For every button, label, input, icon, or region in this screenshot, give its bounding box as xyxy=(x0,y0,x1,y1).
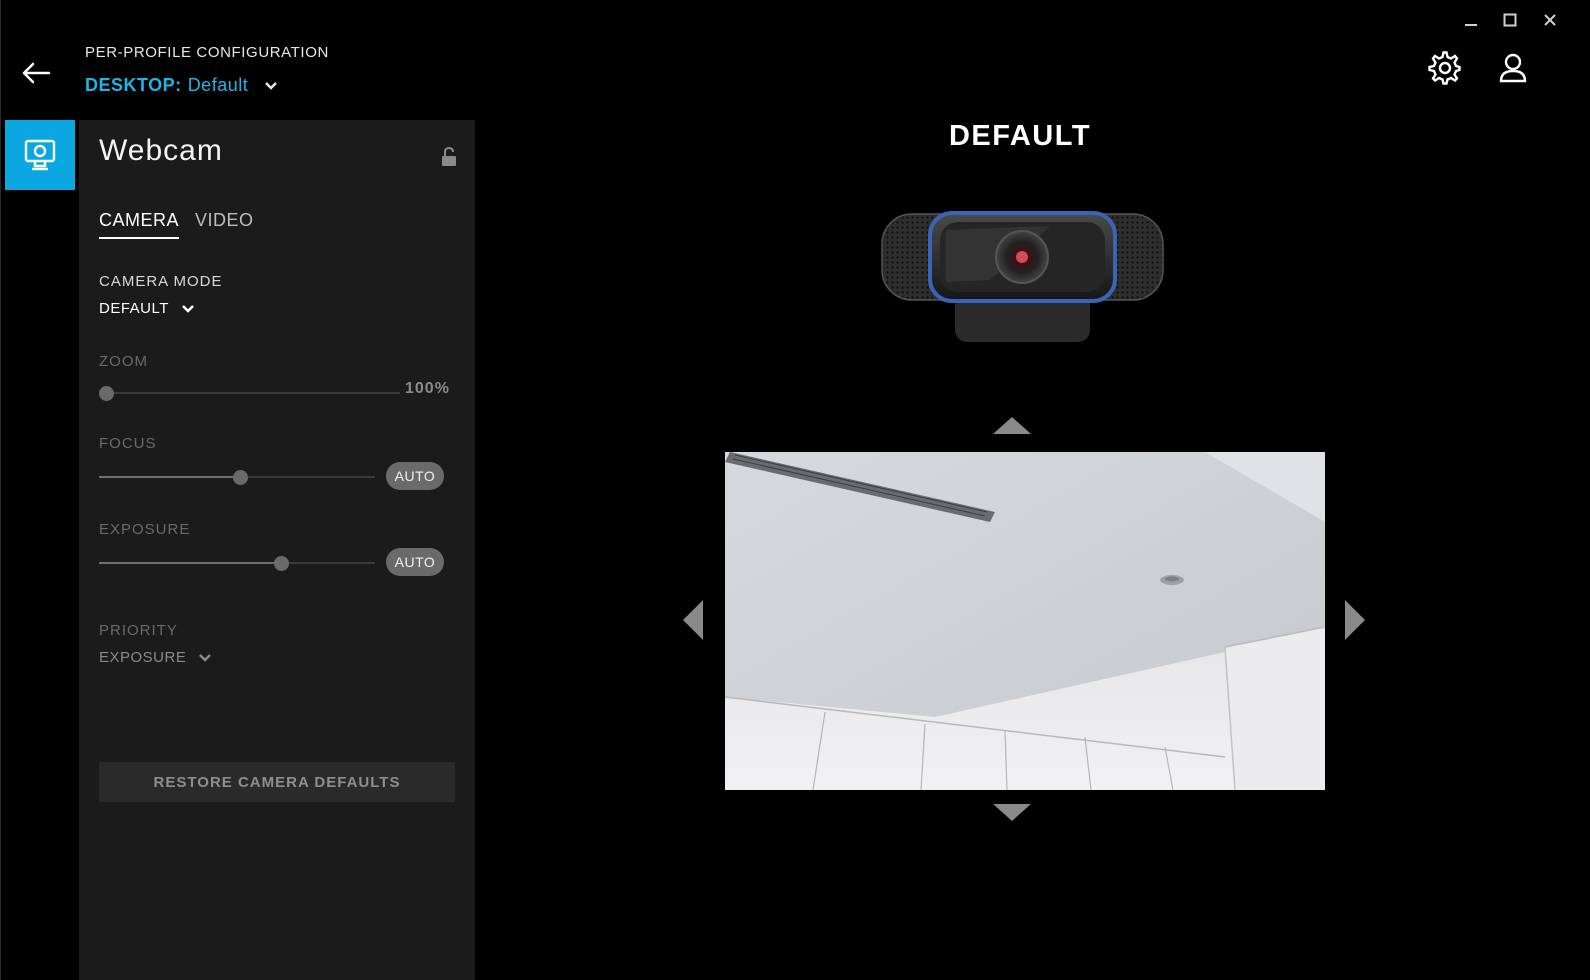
priority-label: PRIORITY xyxy=(99,622,178,639)
focus-slider-fill xyxy=(99,476,240,478)
close-button[interactable] xyxy=(1537,8,1563,32)
priority-value: EXPOSURE xyxy=(99,649,187,666)
chevron-down-icon xyxy=(199,653,212,662)
chevron-down-icon xyxy=(265,81,278,90)
pan-down-button[interactable] xyxy=(990,800,1034,826)
unlock-icon xyxy=(442,146,456,166)
focus-label: FOCUS xyxy=(99,435,157,452)
camera-mode-dropdown[interactable]: DEFAULT xyxy=(99,300,195,317)
rail-item-webcam[interactable] xyxy=(5,120,75,190)
close-icon xyxy=(1544,14,1556,26)
arrow-left-icon xyxy=(22,62,51,84)
panel-title: Webcam xyxy=(99,134,223,167)
camera-preview xyxy=(725,452,1325,790)
restore-defaults-button[interactable]: RESTORE CAMERA DEFAULTS xyxy=(99,762,455,802)
mode-title: DEFAULT xyxy=(948,120,1092,152)
pan-up-button[interactable] xyxy=(990,412,1034,438)
focus-slider[interactable] xyxy=(99,470,375,485)
pan-right-button[interactable] xyxy=(1340,595,1370,645)
zoom-label: ZOOM xyxy=(99,353,148,370)
profile-prefix: DESKTOP: xyxy=(85,75,182,95)
triangle-right-icon xyxy=(1345,600,1365,640)
focus-auto-toggle[interactable]: AUTO xyxy=(386,462,444,490)
settings-button[interactable] xyxy=(1427,50,1463,86)
exposure-slider-thumb[interactable] xyxy=(274,556,289,571)
priority-dropdown[interactable]: EXPOSURE xyxy=(99,649,212,666)
zoom-value: 100% xyxy=(405,380,450,397)
profile-selector[interactable]: DESKTOP: Default xyxy=(85,75,278,96)
zoom-slider[interactable] xyxy=(99,386,400,401)
maximize-icon xyxy=(1503,13,1517,27)
triangle-left-icon xyxy=(683,600,703,640)
minimize-button[interactable] xyxy=(1458,8,1484,32)
gear-icon xyxy=(1428,51,1461,85)
camera-mode-label: CAMERA MODE xyxy=(99,273,223,290)
account-button[interactable] xyxy=(1495,50,1531,86)
zoom-slider-thumb[interactable] xyxy=(99,386,114,401)
exposure-label: EXPOSURE xyxy=(99,521,191,538)
exposure-slider-fill xyxy=(99,562,281,564)
chevron-down-icon xyxy=(182,304,194,313)
maximize-button[interactable] xyxy=(1497,8,1523,32)
webcam-device-image xyxy=(880,210,1165,345)
pan-left-button[interactable] xyxy=(678,595,708,645)
exposure-slider[interactable] xyxy=(99,556,375,571)
focus-slider-thumb[interactable] xyxy=(233,470,248,485)
page-caption: PER-PROFILE CONFIGURATION xyxy=(85,44,329,61)
lock-toggle[interactable] xyxy=(440,146,458,168)
triangle-down-icon xyxy=(993,804,1031,821)
profile-name: Default xyxy=(187,75,249,95)
triangle-up-icon xyxy=(993,417,1031,434)
tab-camera[interactable]: CAMERA xyxy=(99,210,180,239)
exposure-auto-toggle[interactable]: AUTO xyxy=(386,548,444,576)
window-left-border xyxy=(0,0,1,980)
back-button[interactable] xyxy=(18,55,54,91)
user-icon xyxy=(1499,53,1527,83)
webcam-icon xyxy=(24,139,56,171)
tab-video[interactable]: VIDEO xyxy=(195,210,254,237)
minimize-icon xyxy=(1465,24,1477,26)
camera-mode-value: DEFAULT xyxy=(99,300,169,317)
